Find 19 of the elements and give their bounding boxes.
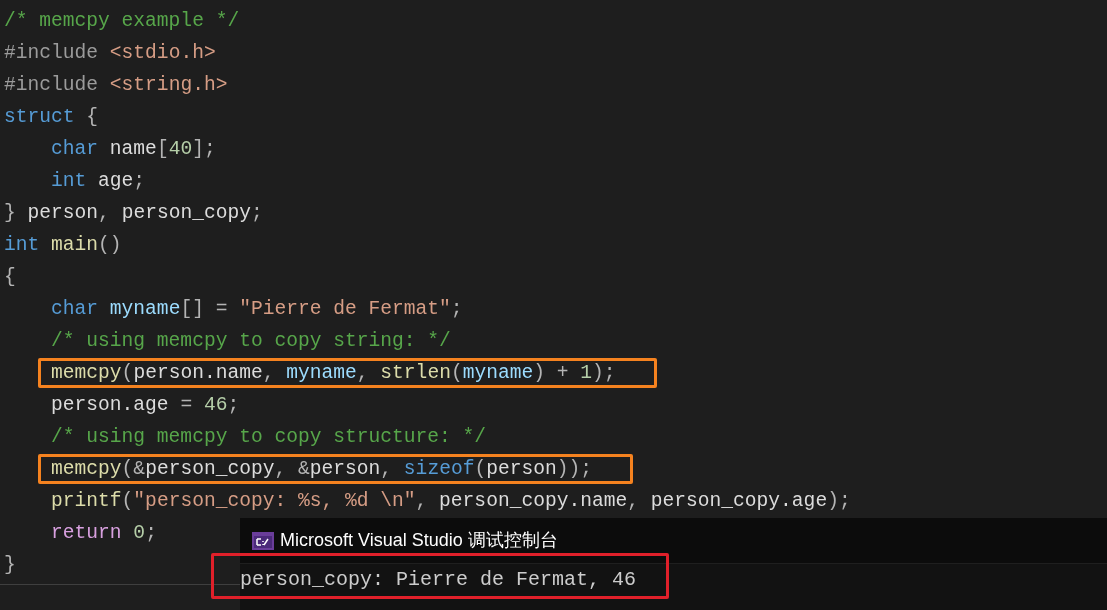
code-line: /* memcpy example */ [4, 9, 240, 33]
code-line: int age; [50, 169, 146, 193]
code-line: /* using memcpy to copy string: */ [50, 329, 451, 353]
code-line: } person, person_copy; [4, 201, 263, 225]
code-line: #include <stdio.h> [4, 41, 216, 65]
code-line: char name[40]; [50, 137, 216, 161]
code-line: return 0; [50, 521, 157, 545]
code-line: #include <string.h> [4, 73, 228, 97]
console-output: person_copy: Pierre de Fermat, 46 [240, 567, 637, 593]
code-line: printf("person_copy: %s, %d \n", person_copy.name, person_copy.age); [50, 489, 851, 513]
code-line: int main() [4, 233, 122, 257]
console-icon [252, 531, 274, 550]
code-line: char myname[] = "Pierre de Fermat"; [50, 297, 463, 321]
code-line: person.age = 46; [50, 393, 240, 417]
code-line: { [4, 265, 16, 289]
code-line: } [4, 553, 16, 577]
console-title: Microsoft Visual Studio 调试控制台 [280, 529, 558, 552]
code-line: /* using memcpy to copy structure: */ [50, 425, 487, 449]
code-line: struct { [4, 105, 99, 129]
